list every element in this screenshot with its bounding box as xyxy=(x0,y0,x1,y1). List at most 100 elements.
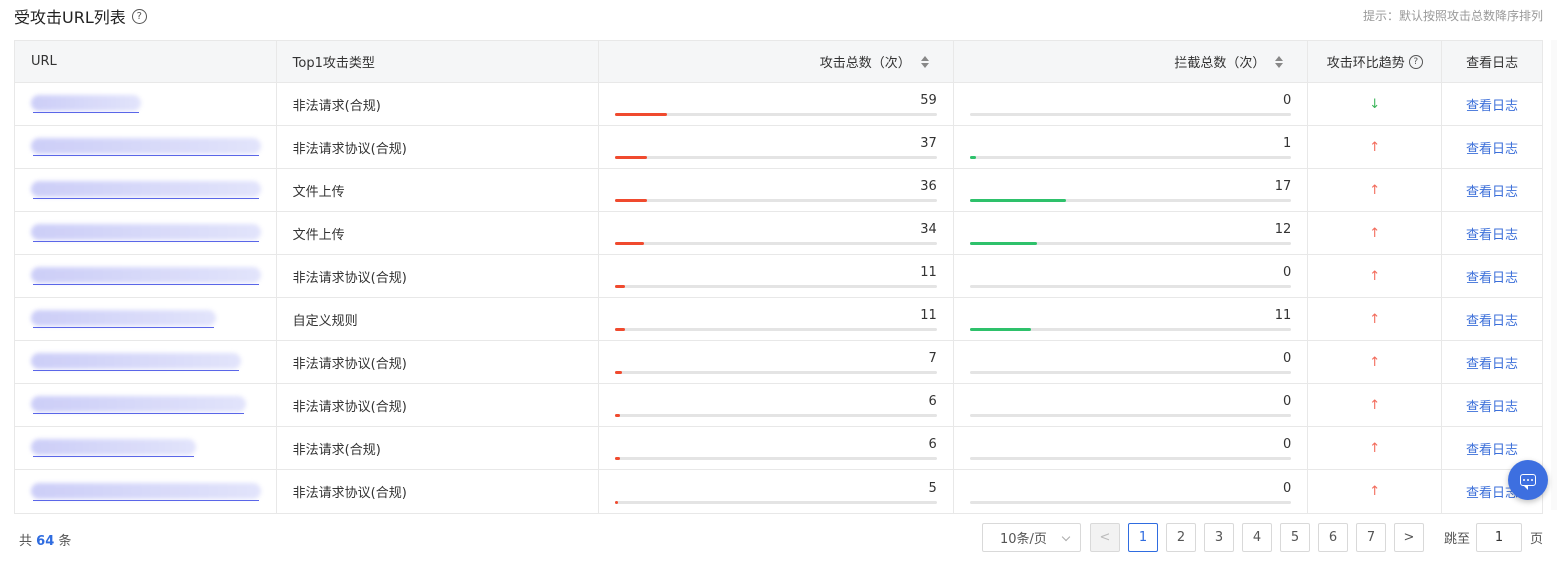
view-log-link[interactable]: 查看日志 xyxy=(1466,181,1518,200)
view-log-link[interactable]: 查看日志 xyxy=(1466,353,1518,372)
log-cell: 查看日志 xyxy=(1442,341,1542,383)
attack-count-cell: 37 xyxy=(599,126,954,168)
table-row: 非法请求协议(合规) 11 0 ↑ 查看日志 xyxy=(15,255,1542,298)
page-button-7[interactable]: 7 xyxy=(1355,522,1386,552)
url-link-redacted[interactable] xyxy=(31,353,260,371)
log-cell: 查看日志 xyxy=(1442,384,1542,426)
block-count-bar xyxy=(969,199,1292,202)
attack-count-bar xyxy=(615,414,937,417)
scrollbar-track[interactable] xyxy=(1551,40,1557,510)
attack-type-cell: 非法请求(合规) xyxy=(277,83,600,125)
view-log-link[interactable]: 查看日志 xyxy=(1466,439,1518,458)
page-button-6[interactable]: 6 xyxy=(1317,522,1348,552)
page-button-4[interactable]: 4 xyxy=(1241,522,1272,552)
sort-icon[interactable] xyxy=(920,55,929,68)
url-cell xyxy=(15,169,277,211)
url-link-redacted[interactable] xyxy=(31,95,260,113)
attack-count-value: 59 xyxy=(920,93,937,108)
view-log-link[interactable]: 查看日志 xyxy=(1466,138,1518,157)
page-button-3[interactable]: 3 xyxy=(1203,522,1234,552)
block-count-cell: 11 xyxy=(954,298,1309,340)
page-number-list: 1234567 xyxy=(1127,522,1394,552)
attack-count-cell: 6 xyxy=(599,427,954,469)
next-page-button[interactable]: > xyxy=(1393,522,1424,552)
view-log-link[interactable]: 查看日志 xyxy=(1466,267,1518,286)
sort-icon[interactable] xyxy=(1275,55,1284,68)
log-cell: 查看日志 xyxy=(1442,83,1542,125)
attack-count-value: 7 xyxy=(928,351,937,366)
attack-count-cell: 11 xyxy=(599,298,954,340)
prev-page-button[interactable]: < xyxy=(1089,522,1120,552)
attack-type-text: 文件上传 xyxy=(292,227,345,243)
url-link-redacted[interactable] xyxy=(31,439,260,457)
url-link-redacted[interactable] xyxy=(31,267,261,285)
attack-count-cell: 7 xyxy=(599,341,954,383)
table-body: 非法请求(合规) 59 0 ↓ 查看日志 非法请求协议(合规) 37 1 ↑ 查… xyxy=(15,83,1542,513)
column-header-block-count[interactable]: 拦截总数（次） xyxy=(954,41,1309,82)
attack-type-cell: 非法请求(合规) xyxy=(277,427,600,469)
trend-down-icon: ↓ xyxy=(1369,96,1381,112)
url-link-redacted[interactable] xyxy=(31,224,261,242)
total-count: 共 64 条 xyxy=(19,530,71,549)
url-link-redacted[interactable] xyxy=(31,310,260,328)
block-count-bar xyxy=(969,285,1292,288)
attack-type-text: 非法请求协议(合规) xyxy=(292,356,407,372)
block-count-cell: 0 xyxy=(954,470,1309,513)
url-cell xyxy=(15,255,277,297)
page-button-1[interactable]: 1 xyxy=(1127,522,1158,552)
view-log-link[interactable]: 查看日志 xyxy=(1466,224,1518,243)
page-size-select[interactable]: 10条/页 xyxy=(981,522,1081,552)
trend-cell: ↑ xyxy=(1308,212,1443,254)
attack-type-text: 自定义规则 xyxy=(292,313,358,329)
url-cell xyxy=(15,298,277,340)
block-count-value: 17 xyxy=(1274,179,1292,194)
block-count-value: 11 xyxy=(1274,308,1292,323)
table-row: 文件上传 36 17 ↑ 查看日志 xyxy=(15,169,1542,212)
attack-type-cell: 非法请求协议(合规) xyxy=(277,255,600,297)
table-row: 非法请求协议(合规) 37 1 ↑ 查看日志 xyxy=(15,126,1542,169)
total-suffix: 条 xyxy=(58,534,72,549)
trend-up-icon: ↑ xyxy=(1369,268,1381,284)
column-header-block-count-label: 拦截总数（次） xyxy=(1174,56,1266,71)
url-cell xyxy=(15,384,277,426)
page-button-5[interactable]: 5 xyxy=(1279,522,1310,552)
block-count-value: 0 xyxy=(1283,394,1292,409)
table-row: 自定义规则 11 11 ↑ 查看日志 xyxy=(15,298,1542,341)
attack-count-value: 34 xyxy=(920,222,937,237)
url-link-redacted[interactable] xyxy=(31,181,261,199)
jump-page-input[interactable] xyxy=(1475,522,1522,552)
view-log-link[interactable]: 查看日志 xyxy=(1466,396,1518,415)
attack-type-cell: 非法请求协议(合规) xyxy=(277,384,600,426)
view-log-link[interactable]: 查看日志 xyxy=(1466,95,1518,114)
attacked-url-table: URL Top1攻击类型 攻击总数（次） 拦截总数（次） 攻击环比趋势? 查看日… xyxy=(14,40,1543,514)
chat-support-button[interactable] xyxy=(1508,460,1548,500)
page-button-2[interactable]: 2 xyxy=(1165,522,1196,552)
total-prefix: 共 xyxy=(19,534,33,549)
table-row: 非法请求协议(合规) 7 0 ↑ 查看日志 xyxy=(15,341,1542,384)
attack-count-cell: 11 xyxy=(599,255,954,297)
help-icon[interactable]: ? xyxy=(1408,54,1423,69)
block-count-bar xyxy=(969,500,1292,504)
table-row: 非法请求(合规) 59 0 ↓ 查看日志 xyxy=(15,83,1542,126)
block-count-value: 1 xyxy=(1283,136,1292,151)
block-count-cell: 0 xyxy=(954,83,1309,125)
attack-type-text: 非法请求协议(合规) xyxy=(292,486,407,501)
log-cell: 查看日志 xyxy=(1442,255,1542,297)
attack-count-bar xyxy=(615,328,937,331)
attack-count-cell: 36 xyxy=(599,169,954,211)
trend-up-icon: ↑ xyxy=(1369,440,1381,456)
block-count-value: 0 xyxy=(1283,437,1292,452)
attack-count-value: 37 xyxy=(920,136,937,151)
view-log-link[interactable]: 查看日志 xyxy=(1466,310,1518,329)
url-link-redacted[interactable] xyxy=(31,482,261,501)
help-icon[interactable]: ? xyxy=(131,8,147,24)
attack-type-text: 非法请求(合规) xyxy=(292,98,381,114)
trend-up-icon: ↑ xyxy=(1369,139,1381,155)
column-header-trend-label: 攻击环比趋势 xyxy=(1326,56,1405,71)
section-title-text: 受攻击URL列表 xyxy=(14,8,126,27)
column-header-attack-count[interactable]: 攻击总数（次） xyxy=(599,41,954,82)
attack-count-bar xyxy=(615,371,937,374)
url-link-redacted[interactable] xyxy=(31,396,260,414)
table-row: 非法请求协议(合规) 5 0 ↑ 查看日志 xyxy=(15,470,1542,513)
url-link-redacted[interactable] xyxy=(31,138,261,156)
